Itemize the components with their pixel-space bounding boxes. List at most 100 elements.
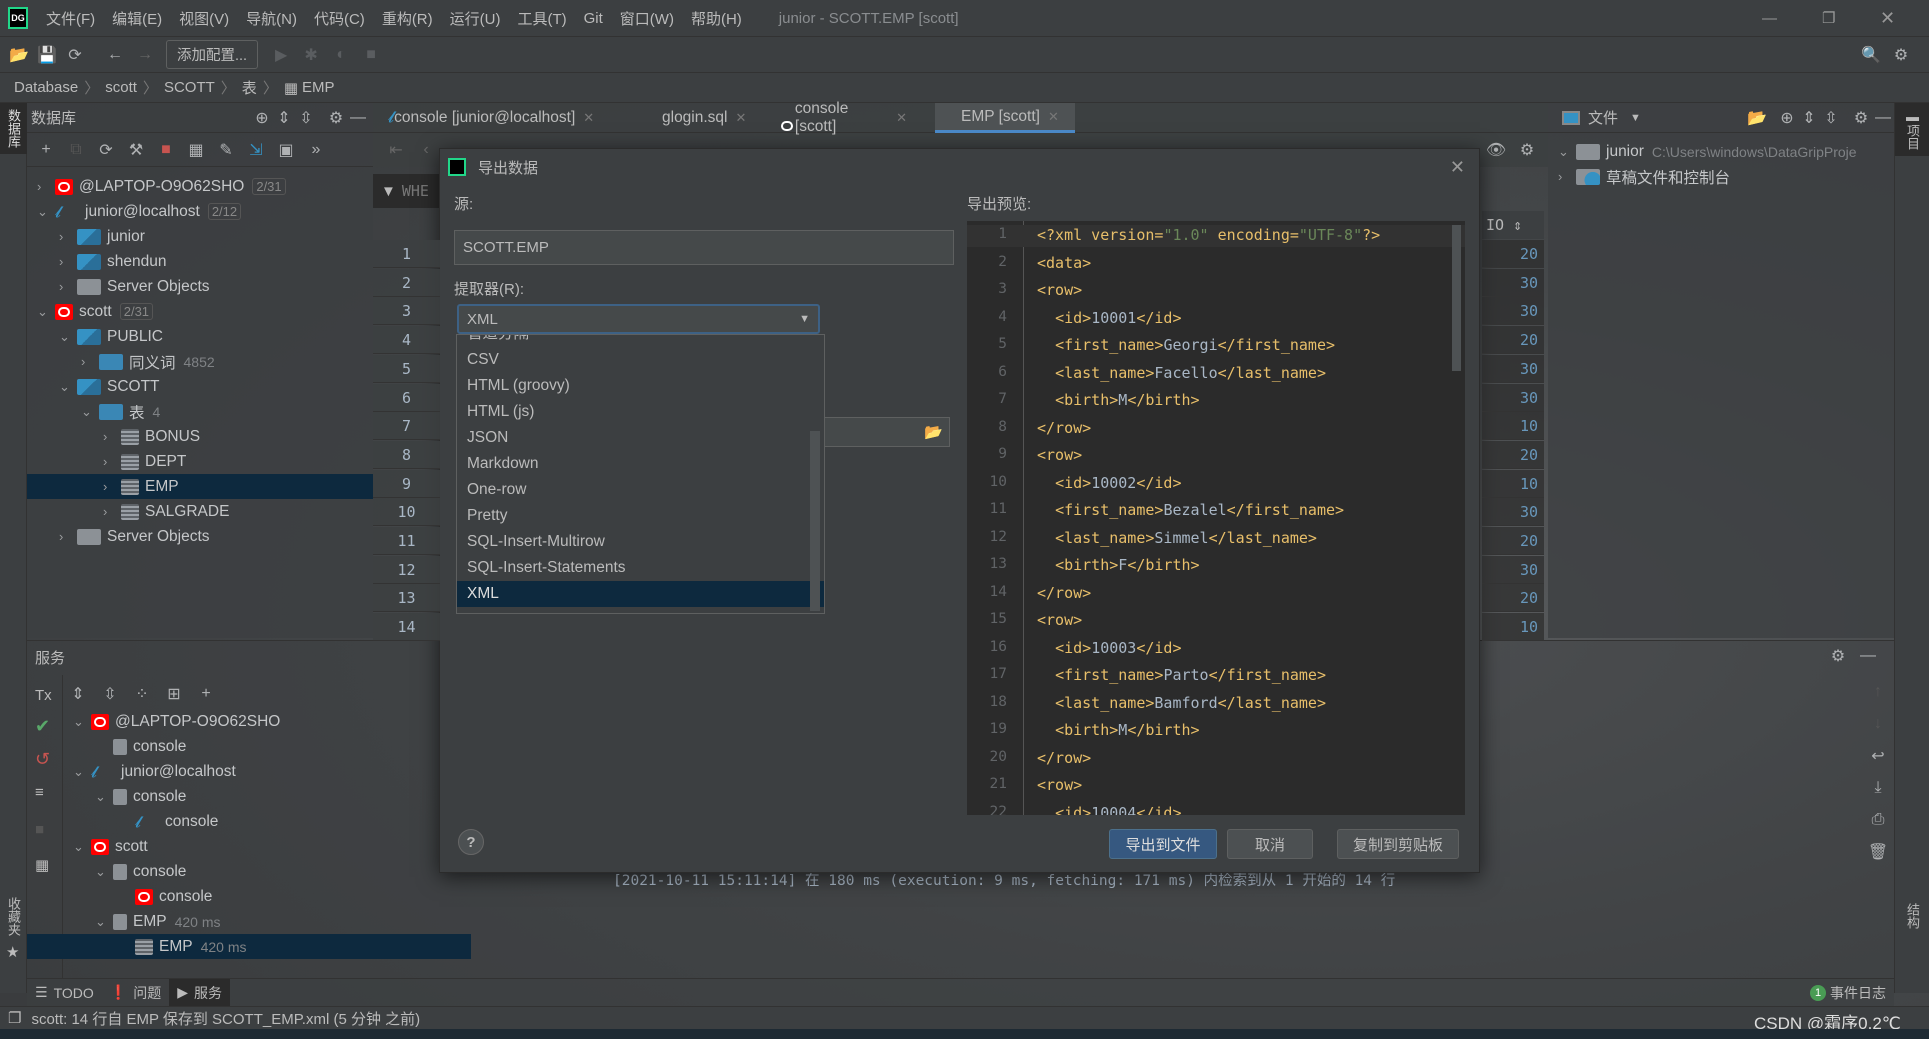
- expand-arrow-icon[interactable]: ›: [59, 279, 77, 294]
- schema-settings-icon[interactable]: ⚒: [125, 139, 147, 161]
- menu-item[interactable]: 代码(C): [314, 8, 365, 29]
- close-icon[interactable]: ✕: [1450, 157, 1465, 178]
- grid-cell[interactable]: 20: [1482, 527, 1544, 555]
- hide-icon[interactable]: —: [1857, 645, 1879, 667]
- copy-to-clipboard-button[interactable]: 复制到剪贴板: [1337, 829, 1459, 859]
- menu-item[interactable]: 导航(N): [246, 8, 297, 29]
- expand-arrow-icon[interactable]: ⌄: [73, 764, 91, 780]
- collapse-all-icon[interactable]: ⇳: [295, 107, 317, 129]
- grid-cell[interactable]: 10: [1482, 469, 1544, 498]
- add-icon[interactable]: +: [195, 683, 217, 705]
- transaction-mode-button[interactable]: Tx: [35, 687, 62, 704]
- gear-icon[interactable]: ⚙: [1827, 645, 1849, 667]
- close-tab-icon[interactable]: ✕: [896, 110, 907, 126]
- grid-filter[interactable]: ▼ WHE: [373, 174, 440, 208]
- expand-all-icon[interactable]: ⇕: [273, 107, 295, 129]
- expand-all-icon[interactable]: ⇕: [67, 683, 89, 705]
- row-number[interactable]: 10: [373, 498, 440, 527]
- close-tab-icon[interactable]: ✕: [1048, 109, 1059, 125]
- tree-item[interactable]: ⌄ scott: [73, 834, 148, 859]
- layout-icon[interactable]: ▦: [35, 856, 62, 874]
- row-number[interactable]: 6: [373, 383, 440, 412]
- scroll-down-icon[interactable]: ↓: [1867, 713, 1889, 735]
- tree-item[interactable]: › DEPT: [103, 449, 186, 474]
- gear-icon[interactable]: ⚙: [1850, 107, 1872, 129]
- column-header-deptno[interactable]: IO ⇕: [1482, 211, 1544, 239]
- help-button[interactable]: ?: [458, 829, 484, 855]
- tree-item[interactable]: › Server Objects: [59, 524, 210, 549]
- extractor-option[interactable]: HTML (groovy): [457, 373, 824, 399]
- cancel-button[interactable]: 取消: [1227, 829, 1313, 859]
- expand-arrow-icon[interactable]: ⌄: [95, 914, 113, 930]
- status-message[interactable]: scott: 14 行自 EMP 保存到 SCOTT_EMP.xml (5 分钟…: [31, 1008, 420, 1029]
- tree-item[interactable]: console: [117, 884, 212, 909]
- grid-cell[interactable]: 10: [1482, 613, 1544, 642]
- tree-item[interactable]: › BONUS: [103, 424, 200, 449]
- open-folder-icon[interactable]: 📂: [1746, 107, 1768, 129]
- breadcrumb-item[interactable]: scott: [105, 79, 137, 96]
- expand-arrow-icon[interactable]: ›: [59, 254, 77, 269]
- commit-icon[interactable]: ✔: [35, 716, 62, 737]
- menu-item[interactable]: 窗口(W): [620, 8, 674, 29]
- tree-item[interactable]: EMP 420 ms: [117, 934, 247, 959]
- expand-arrow-icon[interactable]: ›: [59, 229, 77, 244]
- expand-all-icon[interactable]: ⇕: [1798, 107, 1820, 129]
- add-configuration-button[interactable]: 添加配置...: [166, 40, 259, 69]
- expand-arrow-icon[interactable]: ⌄: [59, 329, 77, 345]
- expand-arrow-icon[interactable]: ›: [103, 429, 121, 444]
- database-tool-button[interactable]: 数据库: [0, 103, 27, 154]
- jump-icon[interactable]: ⇲: [245, 139, 267, 161]
- view-icon[interactable]: 👁: [1485, 139, 1507, 161]
- row-number[interactable]: 1: [373, 240, 440, 268]
- expand-arrow-icon[interactable]: ›: [59, 529, 77, 544]
- print-icon[interactable]: ⎙: [1867, 809, 1889, 831]
- grid-cell[interactable]: 30: [1482, 297, 1544, 326]
- collapse-all-icon[interactable]: ⇳: [99, 683, 121, 705]
- expand-arrow-icon[interactable]: ⌄: [81, 404, 99, 420]
- project-tree-item[interactable]: ⌄ junior C:\Users\windows\DataGripProje: [1558, 139, 1857, 164]
- extractor-option[interactable]: Markdown: [457, 451, 824, 477]
- expand-arrow-icon[interactable]: ⌄: [73, 714, 91, 730]
- add-icon[interactable]: +: [35, 139, 57, 161]
- expand-arrow-icon[interactable]: ⌄: [59, 379, 77, 395]
- expand-arrow-icon[interactable]: ⌄: [37, 204, 55, 220]
- tree-item[interactable]: console: [95, 734, 186, 759]
- tool-tab[interactable]: ☰ TODO: [27, 979, 102, 1006]
- breadcrumb-item[interactable]: EMP: [302, 79, 335, 96]
- grid-cell[interactable]: 30: [1482, 354, 1544, 383]
- source-field[interactable]: SCOTT.EMP: [454, 230, 954, 265]
- debug-icon[interactable]: ✱: [300, 44, 322, 66]
- previous-page-icon[interactable]: ‹: [415, 139, 437, 161]
- extractor-option[interactable]: JSON: [457, 425, 824, 451]
- menu-item[interactable]: 工具(T): [517, 8, 566, 29]
- tree-item[interactable]: 𝓵 console: [117, 809, 218, 834]
- row-number[interactable]: 4: [373, 326, 440, 355]
- expand-arrow-icon[interactable]: ⌄: [95, 864, 113, 880]
- menu-item[interactable]: 文件(F): [46, 8, 95, 29]
- duplicate-icon[interactable]: ⧉: [65, 139, 87, 161]
- open-folder-icon[interactable]: 📂: [8, 44, 30, 66]
- grid-settings-icon[interactable]: ⚙: [1516, 139, 1538, 161]
- sort-icon[interactable]: ⇕: [1513, 216, 1522, 234]
- expand-arrow-icon[interactable]: ›: [103, 479, 121, 494]
- grid-cell[interactable]: 30: [1482, 498, 1544, 527]
- rollback-icon[interactable]: ↺: [35, 749, 62, 770]
- editor-tab[interactable]: EMP [scott] ✕: [935, 103, 1075, 133]
- stop-icon[interactable]: ■: [155, 139, 177, 161]
- favorites-tool-button[interactable]: 收藏夹: [0, 893, 27, 940]
- extractor-option[interactable]: SQL-Insert-Multirow: [457, 529, 824, 555]
- soft-wrap-icon[interactable]: ↩: [1867, 745, 1889, 767]
- row-number[interactable]: 13: [373, 584, 440, 613]
- breadcrumb-item[interactable]: 表: [242, 77, 257, 98]
- tree-item[interactable]: › EMP: [103, 474, 179, 499]
- editor-tab[interactable]: 𝓵 console [junior@localhost] ✕: [380, 103, 620, 133]
- tree-item[interactable]: ⌄ console: [95, 859, 186, 884]
- expand-arrow-icon[interactable]: ›: [37, 179, 55, 194]
- output-path-field[interactable]: 📂: [824, 417, 950, 447]
- tree-item[interactable]: › @LAPTOP-O9O62SHO 2/31: [37, 174, 286, 199]
- row-number[interactable]: 3: [373, 297, 440, 326]
- project-tool-button[interactable]: ▬项目: [1895, 103, 1929, 156]
- expand-arrow-icon[interactable]: ⌄: [73, 839, 91, 855]
- menu-item[interactable]: Git: [584, 10, 603, 27]
- refresh-icon[interactable]: ⟳: [95, 139, 117, 161]
